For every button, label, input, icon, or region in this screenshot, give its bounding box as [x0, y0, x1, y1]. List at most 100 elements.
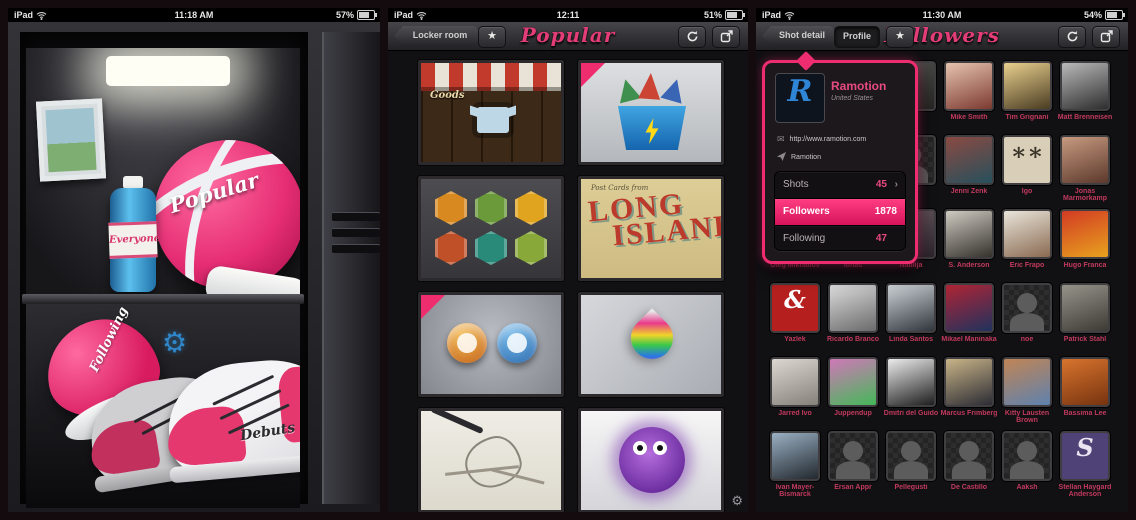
follower-avatar[interactable] [1002, 61, 1052, 111]
follower-item[interactable]: Pellegusti [882, 430, 940, 504]
team-label: Ramotion [791, 153, 821, 161]
follower-item[interactable]: S Stellan Haygard Anderson [1056, 430, 1114, 504]
follower-item[interactable]: noe [998, 282, 1056, 356]
shot-thumbnail[interactable] [417, 291, 565, 398]
follower-avatar[interactable] [886, 283, 936, 333]
popular-screen: iPad 12:11 51% Popular Locker room ★ Goo… [388, 8, 748, 512]
envelope-icon: ✉ [777, 133, 785, 144]
stats-row-following[interactable]: Following 47 [775, 226, 905, 250]
follower-avatar[interactable] [828, 283, 878, 333]
stats-value: 47 [875, 233, 887, 244]
follower-item[interactable]: Jenni Zenk [940, 134, 998, 208]
follower-avatar[interactable] [944, 209, 994, 259]
follower-avatar[interactable]: & [770, 283, 820, 333]
shot-thumbnail[interactable]: Post Cards from LONG ISLAND [577, 175, 725, 282]
favorites-star-button[interactable]: ★ [886, 26, 914, 48]
back-button[interactable]: Shot detail [762, 26, 834, 46]
stats-row-shots[interactable]: Shots 45 › [775, 172, 905, 199]
follower-name: De Castillo [950, 484, 988, 491]
follower-item[interactable]: Matt Brenneisen [1056, 60, 1114, 134]
debuts-sneaker-right[interactable] [163, 354, 300, 484]
follower-item[interactable]: Patrick Stahl [1056, 282, 1114, 356]
follower-item[interactable]: De Castillo [940, 430, 998, 504]
follower-name: Ricardo Branco [826, 336, 880, 343]
follower-avatar[interactable] [828, 357, 878, 407]
follower-item[interactable]: ∗∗ Igo [998, 134, 1056, 208]
shot-thumbnail[interactable]: Goods [417, 59, 565, 166]
follower-item[interactable]: Eric Frapo [998, 208, 1056, 282]
settings-gear-icon[interactable]: ⚙ [731, 493, 743, 509]
follower-avatar[interactable] [1002, 283, 1052, 333]
follower-avatar[interactable] [944, 357, 994, 407]
profile-button[interactable]: Profile [834, 26, 880, 48]
stats-row-followers[interactable]: Followers 1878 [775, 199, 905, 226]
follower-item[interactable]: Bassima Lee [1056, 356, 1114, 430]
shot-thumbnail[interactable] [577, 407, 725, 512]
shot-thumbnail[interactable] [417, 407, 565, 512]
follower-avatar[interactable]: ∗∗ [1002, 135, 1052, 185]
settings-gear-icon[interactable]: ⚙ [162, 326, 187, 359]
follower-item[interactable]: Mike Smith [940, 60, 998, 134]
follower-name: Jonas Marmorkamp [1063, 188, 1107, 202]
slideshow-button[interactable] [1092, 26, 1120, 48]
follower-avatar[interactable] [886, 357, 936, 407]
follower-item[interactable]: Ivan Mayer-Bismarck [766, 430, 824, 504]
shot-thumbnail[interactable] [577, 59, 725, 166]
follower-item[interactable]: Linda Santos [882, 282, 940, 356]
default-avatar-silhouette-icon [952, 441, 986, 479]
tag-icon [777, 151, 786, 163]
follower-item[interactable]: Ricardo Branco [824, 282, 882, 356]
favorites-star-button[interactable]: ★ [478, 26, 506, 48]
follower-item[interactable]: Dmitri del Guido [882, 356, 940, 430]
follower-item[interactable]: Kitty Lausten Brown [998, 356, 1056, 430]
follower-avatar[interactable]: S [1060, 431, 1110, 481]
follower-item[interactable]: Juppendup [824, 356, 882, 430]
clock-label: 12:11 [556, 10, 580, 20]
follower-avatar[interactable] [1060, 357, 1110, 407]
slideshow-button[interactable] [712, 26, 740, 48]
follower-avatar[interactable] [944, 135, 994, 185]
follower-avatar[interactable] [1060, 135, 1110, 185]
follower-avatar[interactable] [944, 431, 994, 481]
battery-icon [725, 10, 745, 20]
shot-thumbnail[interactable] [417, 175, 565, 282]
follower-item[interactable]: Marcus Frimberg [940, 356, 998, 430]
follower-item[interactable]: Ersan Appr [824, 430, 882, 504]
follower-item[interactable]: Tim Grignani [998, 60, 1056, 134]
follower-avatar[interactable] [944, 283, 994, 333]
follower-avatar[interactable] [1002, 431, 1052, 481]
website-link[interactable]: http://www.ramotion.com [790, 136, 867, 143]
follower-item[interactable]: Hugo Franca [1056, 208, 1114, 282]
awning [421, 63, 561, 91]
refresh-button[interactable] [1058, 26, 1086, 48]
follower-item[interactable]: Jarred Ivo [766, 356, 824, 430]
follower-name: Hugo Franca [1063, 262, 1107, 269]
battery-percent: 51% [703, 10, 722, 20]
back-button[interactable]: Locker room [394, 26, 478, 46]
follower-avatar[interactable] [1060, 61, 1110, 111]
follower-avatar[interactable] [1060, 283, 1110, 333]
follower-item[interactable]: Jonas Marmorkamp [1056, 134, 1114, 208]
shot-thumbnail[interactable] [577, 291, 725, 398]
battery-icon [1105, 10, 1125, 20]
clock-label: 11:30 AM [922, 10, 962, 20]
follower-item[interactable]: Mikael Maninaka [940, 282, 998, 356]
refresh-button[interactable] [678, 26, 706, 48]
followers-screen: iPad 11:30 AM 54% Followers Shot detail … [756, 8, 1128, 512]
follower-item[interactable]: S. Anderson [940, 208, 998, 282]
team-row[interactable]: Ramotion [777, 151, 821, 163]
follower-avatar[interactable] [828, 431, 878, 481]
follower-avatar[interactable] [1060, 209, 1110, 259]
follower-avatar[interactable] [770, 431, 820, 481]
follower-avatar[interactable] [944, 61, 994, 111]
status-bar: iPad 11:30 AM 54% [756, 8, 1128, 22]
follower-avatar[interactable] [1002, 357, 1052, 407]
follower-item[interactable]: Aaksh [998, 430, 1056, 504]
follower-avatar[interactable] [1002, 209, 1052, 259]
follower-avatar[interactable] [770, 357, 820, 407]
follower-avatar[interactable] [886, 431, 936, 481]
follower-item[interactable]: & Yazlek [766, 282, 824, 356]
default-avatar-silhouette-icon [1010, 293, 1044, 331]
website-row[interactable]: ✉ http://www.ramotion.com [777, 133, 866, 145]
everyone-bottle-button[interactable]: Everyone [108, 176, 160, 292]
